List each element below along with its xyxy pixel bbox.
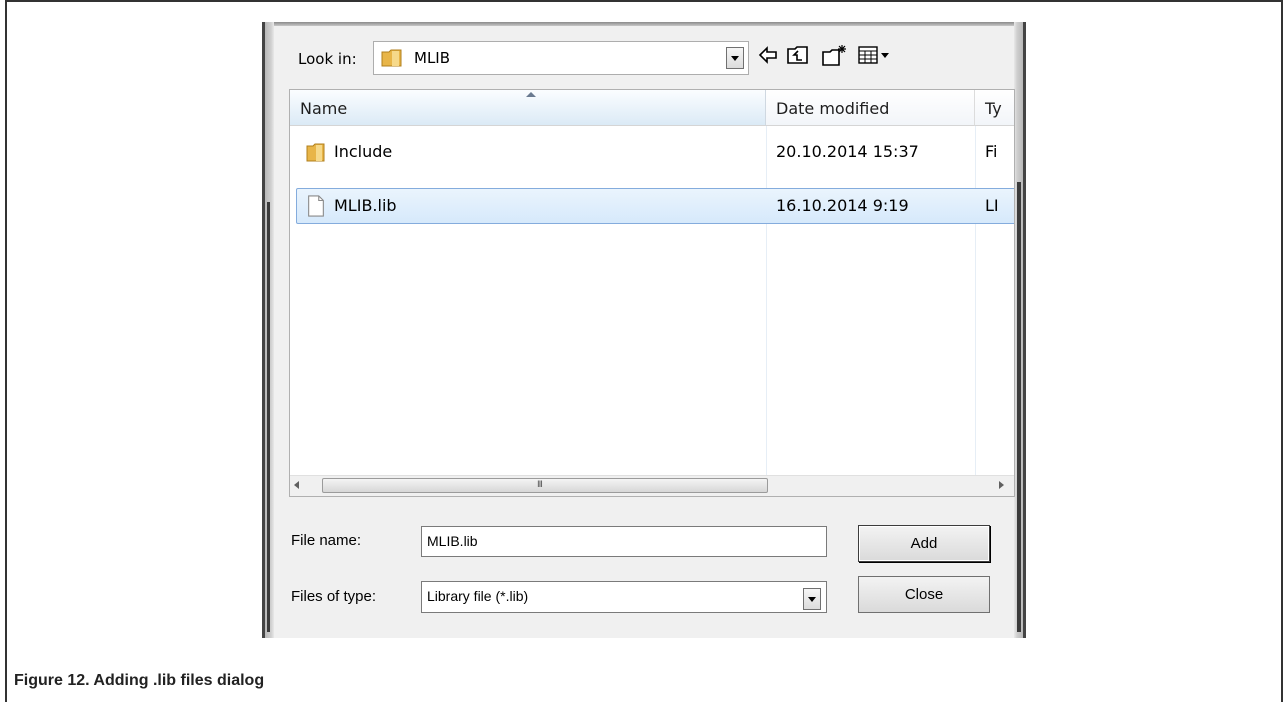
back-arrow-icon (758, 46, 777, 64)
look-in-dropdown-button[interactable] (726, 47, 744, 69)
files-of-type-value: Library file (*.lib) (427, 588, 529, 604)
file-name: MLIB.lib (334, 196, 397, 215)
chevron-down-icon (808, 597, 816, 602)
file-list[interactable]: Name Date modified Ty Include 20.10.2014… (289, 89, 1015, 497)
look-in-value: MLIB (414, 49, 451, 67)
view-menu-button[interactable] (856, 44, 892, 70)
file-icon (308, 195, 324, 217)
close-button[interactable]: Close (858, 576, 990, 613)
horizontal-scrollbar[interactable]: III (290, 475, 1014, 496)
view-menu-icon (858, 46, 889, 64)
column-separator (766, 126, 767, 478)
back-button[interactable] (755, 44, 781, 70)
sort-ascending-icon (526, 92, 536, 97)
figure-caption: Figure 12. Adding .lib files dialog (14, 672, 265, 689)
file-type: Fi (985, 142, 998, 161)
file-name-input[interactable]: MLIB.lib (421, 526, 827, 557)
column-separator (975, 126, 976, 478)
new-folder-button[interactable] (821, 44, 847, 70)
scroll-grip: III (537, 480, 543, 490)
list-item[interactable]: Include 20.10.2014 15:37 Fi (296, 134, 1014, 170)
file-name-value: MLIB.lib (427, 533, 478, 549)
dialog-left-edge (267, 202, 270, 632)
add-button[interactable]: Add (858, 525, 990, 562)
files-of-type-select[interactable]: Library file (*.lib) (421, 581, 827, 613)
list-item-selected[interactable]: MLIB.lib 16.10.2014 9:19 LI (296, 188, 1014, 224)
folder-icon (306, 143, 325, 162)
scroll-right-icon[interactable] (999, 481, 1004, 489)
file-date: 20.10.2014 15:37 (776, 142, 919, 161)
file-name: Include (334, 142, 393, 161)
file-date: 16.10.2014 9:19 (776, 196, 909, 215)
files-of-type-dropdown-button[interactable] (803, 588, 821, 610)
chevron-down-icon (731, 56, 739, 61)
dialog-top-border (262, 22, 1026, 26)
scroll-left-icon[interactable] (294, 481, 299, 489)
column-date-label: Date modified (776, 99, 890, 118)
scroll-thumb[interactable]: III (322, 478, 768, 493)
add-files-dialog: Look in: MLIB Name Date modified Ty Incl… (262, 22, 1026, 638)
up-folder-icon (787, 46, 808, 64)
column-name-label: Name (300, 99, 348, 118)
column-type-label: Ty (985, 99, 1002, 118)
column-header-type[interactable]: Ty (975, 90, 1014, 126)
new-folder-icon (822, 45, 846, 66)
up-folder-button[interactable] (785, 44, 811, 70)
column-header-date[interactable]: Date modified (766, 90, 975, 126)
look-in-combobox[interactable]: MLIB (373, 41, 749, 75)
files-of-type-label: Files of type: (291, 588, 377, 605)
folder-icon (381, 49, 402, 67)
file-type: LI (985, 196, 999, 215)
dialog-right-edge (1017, 182, 1021, 632)
file-name-label: File name: (291, 532, 362, 549)
look-in-label: Look in: (298, 50, 357, 68)
column-header-name[interactable]: Name (290, 90, 766, 126)
